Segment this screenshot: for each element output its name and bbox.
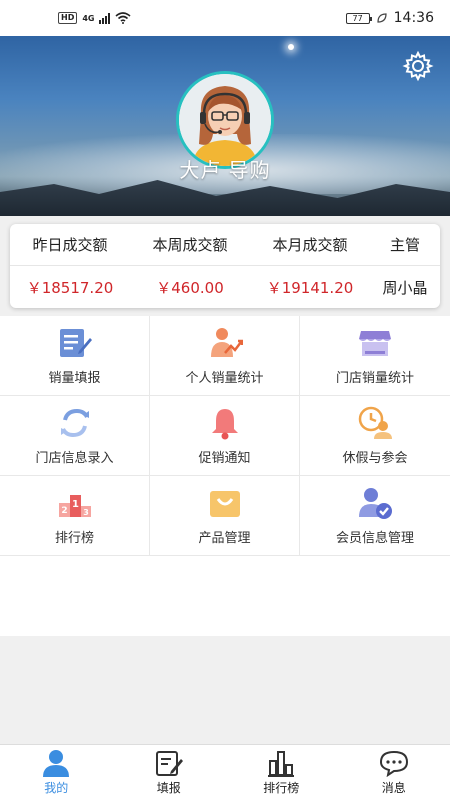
sales-header: 本周成交额 — [152, 236, 228, 254]
sales-header-row: 昨日成交额 本周成交额 本月成交额 主管 — [10, 224, 440, 266]
menu-promo-notice[interactable]: 促销通知 — [150, 396, 300, 476]
gear-icon[interactable] — [402, 50, 434, 82]
sales-summary-card: 昨日成交额 本周成交额 本月成交额 主管 ￥18517.20 ￥460.00 ￥… — [10, 224, 440, 308]
svg-text:2: 2 — [61, 506, 67, 516]
leave-clock-icon — [358, 406, 392, 439]
edit-icon — [155, 751, 183, 776]
svg-text:1: 1 — [72, 499, 79, 510]
status-indicators: HD 4G — [58, 12, 132, 24]
menu-label: 排行榜 — [54, 531, 94, 546]
nav-tab-fill-report[interactable]: 填报 — [113, 745, 226, 800]
menu-store-info-entry[interactable]: 门店信息录入 — [0, 396, 150, 476]
store-icon — [359, 331, 391, 356]
hd-badge: HD — [58, 12, 78, 24]
sales-value-row: ￥18517.20 ￥460.00 ￥19141.20 周小晶 — [10, 266, 440, 308]
nav-label: 填报 — [156, 781, 181, 795]
battery-icon: 77 — [345, 12, 372, 24]
menu-member-management[interactable]: 会员信息管理 — [300, 476, 450, 556]
nav-tab-mine[interactable]: 我的 — [0, 745, 113, 800]
menu-label: 休假与参会 — [342, 451, 408, 466]
user-name: 大卢 导购 — [179, 158, 271, 182]
nav-tab-ranking[interactable]: 排行榜 — [225, 745, 338, 800]
menu-label: 门店销量统计 — [335, 371, 414, 386]
bell-icon — [211, 409, 238, 440]
status-bar: HD 4G 77 14:36 — [0, 0, 450, 36]
leaf-icon — [377, 13, 387, 23]
menu-personal-stats[interactable]: 个人销量统计 — [150, 316, 300, 396]
moon-glow — [288, 44, 294, 50]
sync-arrows-icon — [60, 408, 89, 438]
person-icon — [43, 750, 70, 777]
status-right: 77 14:36 — [345, 10, 434, 26]
bar-chart-icon — [268, 751, 295, 777]
nav-tab-messages[interactable]: 消息 — [338, 745, 450, 800]
nav-label: 消息 — [381, 781, 406, 795]
chat-bubble-icon — [379, 750, 408, 777]
edit-form-icon — [59, 329, 92, 357]
member-check-icon — [359, 488, 392, 519]
svg-text:3: 3 — [83, 508, 89, 517]
menu-leave-meeting[interactable]: 休假与参会 — [300, 396, 450, 476]
profile-header: 大卢 导购 — [0, 36, 450, 216]
supervisor-name: 周小晶 — [382, 278, 428, 297]
personal-stats-icon — [210, 328, 243, 357]
sales-header: 本月成交额 — [272, 236, 348, 254]
nav-label: 我的 — [44, 781, 69, 795]
sales-value-week: ￥460.00 — [156, 278, 224, 297]
avatar-illustration-icon — [179, 74, 271, 166]
menu-label: 会员信息管理 — [335, 531, 414, 546]
menu-sales-entry[interactable]: 销量填报 — [0, 316, 150, 396]
menu-product-management[interactable]: 产品管理 — [150, 476, 300, 556]
sales-value-month: ￥19141.20 — [266, 278, 354, 297]
menu-label: 个人销量统计 — [185, 371, 264, 386]
function-grid: 销量填报 个人销量统计 门店销量统计 门店信息录入 促销通知 休假与参会 2 1… — [0, 316, 450, 636]
menu-label: 产品管理 — [198, 531, 251, 546]
sales-value-yesterday: ￥18517.20 — [26, 278, 114, 297]
menu-ranking[interactable]: 2 1 3 排行榜 — [0, 476, 150, 556]
menu-label: 销量填报 — [48, 371, 101, 386]
podium-icon: 2 1 3 — [58, 495, 91, 517]
menu-label: 门店信息录入 — [35, 451, 114, 466]
menu-store-stats[interactable]: 门店销量统计 — [300, 316, 450, 396]
sales-header: 昨日成交额 — [32, 236, 108, 254]
bottom-navigation: 我的 填报 排行榜 消息 — [0, 744, 450, 800]
signal-icon — [99, 12, 111, 24]
sales-header: 主管 — [389, 236, 420, 254]
shopping-bag-icon — [209, 491, 240, 517]
network-type: 4G — [82, 13, 95, 23]
clock: 14:36 — [393, 10, 434, 26]
menu-label: 促销通知 — [198, 451, 251, 466]
wifi-icon — [115, 12, 132, 24]
nav-label: 排行榜 — [263, 781, 300, 795]
empty-grid-row — [0, 556, 450, 636]
